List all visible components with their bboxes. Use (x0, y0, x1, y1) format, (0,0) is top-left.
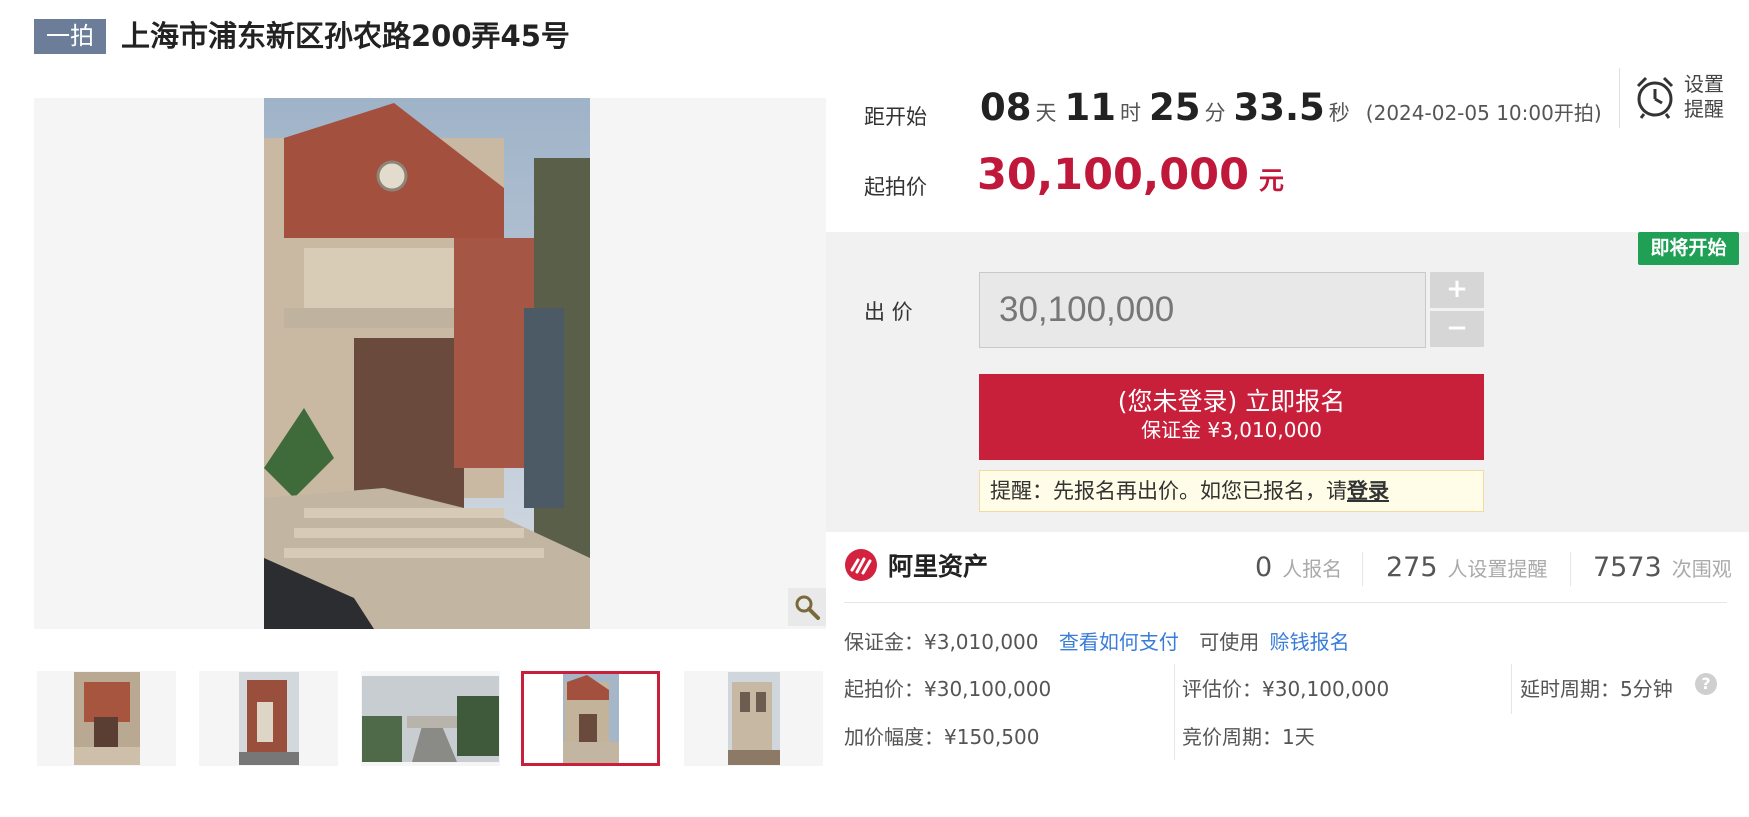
signup-title: (您未登录) 立即报名 (1117, 387, 1346, 416)
countdown-minutes-unit: 分 (1204, 101, 1226, 125)
divider (1570, 552, 1571, 586)
view-count-value: 7573 (1593, 552, 1662, 583)
signup-count-label: 人报名 (1282, 557, 1343, 581)
reminder-count-value: 275 (1386, 552, 1438, 583)
divider (1174, 664, 1175, 760)
how-to-pay-link[interactable]: 查看如何支付 (1059, 630, 1179, 654)
signup-button[interactable]: (您未登录) 立即报名 保证金 ¥3,010,000 (979, 374, 1484, 460)
start-price-value: 30,100,000 (977, 150, 1250, 200)
info-appraisal: 评估价：¥30,100,000 (1182, 677, 1390, 701)
bid-amount-input[interactable]: 30,100,000 (979, 272, 1426, 348)
increase-bid-button[interactable]: + (1430, 272, 1484, 308)
start-price: 30,100,000 元 (977, 150, 1284, 200)
signup-deposit: 保证金 ¥3,010,000 (1141, 418, 1322, 442)
deposit-row: 保证金：¥3,010,000 查看如何支付 可使用 赊钱报名 (844, 626, 1350, 655)
auction-round-tag: 一拍 (34, 19, 106, 54)
divider (1619, 68, 1620, 128)
countdown-days-unit: 天 (1035, 101, 1057, 125)
deposit-text: 保证金：¥3,010,000 (844, 630, 1039, 654)
countdown-hours-unit: 时 (1120, 101, 1141, 125)
login-link[interactable]: 登录 (1347, 479, 1389, 503)
countdown-days: 08 (980, 86, 1032, 129)
decrease-bid-button[interactable]: − (1430, 311, 1484, 347)
main-image[interactable] (264, 98, 590, 629)
brand: 阿里资产 (844, 547, 988, 583)
countdown-minutes: 25 (1149, 86, 1201, 129)
notice-text: 提醒：先报名再出价。如您已报名，请 (990, 479, 1347, 503)
info-bid-period: 竞价周期：1天 (1182, 725, 1315, 749)
start-price-label: 起拍价 (864, 175, 927, 199)
divider (844, 602, 1727, 603)
help-icon[interactable]: ? (1695, 673, 1717, 695)
brand-name: 阿里资产 (888, 552, 989, 581)
info-start-price: 起拍价：¥30,100,000 (844, 677, 1052, 701)
view-count: 7573 次围观 (1593, 552, 1732, 583)
thumbnail-5[interactable] (684, 671, 823, 766)
reminder-count-label: 人设置提醒 (1447, 557, 1548, 581)
magnifier-icon (795, 595, 820, 620)
signup-count-value: 0 (1255, 552, 1273, 583)
divider (1511, 664, 1512, 714)
zoom-button[interactable] (788, 588, 826, 626)
divider (1362, 552, 1363, 586)
view-count-label: 次围观 (1671, 557, 1732, 581)
info-increment: 加价幅度：¥150,500 (844, 725, 1040, 749)
countdown: 08 天 11 时 25 分 33.5 秒 (2024-02-05 10:00开… (980, 86, 1602, 130)
thumbnail-4-selected[interactable] (521, 671, 660, 766)
bid-label: 出 价 (864, 300, 913, 324)
thumbnail-3[interactable] (361, 671, 500, 766)
status-badge: 即将开始 (1638, 232, 1739, 265)
thumbnail-1[interactable] (37, 671, 176, 766)
login-notice: 提醒：先报名再出价。如您已报名，请登录 (979, 470, 1484, 512)
ali-assets-logo-icon (845, 549, 877, 581)
countdown-hours: 11 (1064, 86, 1117, 129)
page-title: 上海市浦东新区孙农路200弄45号 (121, 19, 570, 53)
countdown-label: 距开始 (864, 105, 927, 129)
start-price-unit: 元 (1259, 166, 1285, 195)
alarm-clock-icon (1636, 76, 1674, 119)
thumbnail-2[interactable] (199, 671, 338, 766)
info-delay-period: 延时周期：5分钟 (1520, 677, 1673, 701)
can-use-text: 可使用 (1199, 630, 1260, 654)
start-time: (2024-02-05 10:00开拍) (1365, 101, 1602, 125)
countdown-seconds: 33.5 (1233, 86, 1325, 129)
countdown-seconds-unit: 秒 (1328, 101, 1350, 125)
signup-count: 0 人报名 (1255, 552, 1342, 583)
set-reminder-label: 设置提醒 (1684, 72, 1724, 121)
reminder-count: 275 人设置提醒 (1386, 552, 1548, 583)
earn-signup-link[interactable]: 赊钱报名 (1270, 630, 1350, 654)
set-reminder-button[interactable]: 设置提醒 (1634, 72, 1732, 122)
